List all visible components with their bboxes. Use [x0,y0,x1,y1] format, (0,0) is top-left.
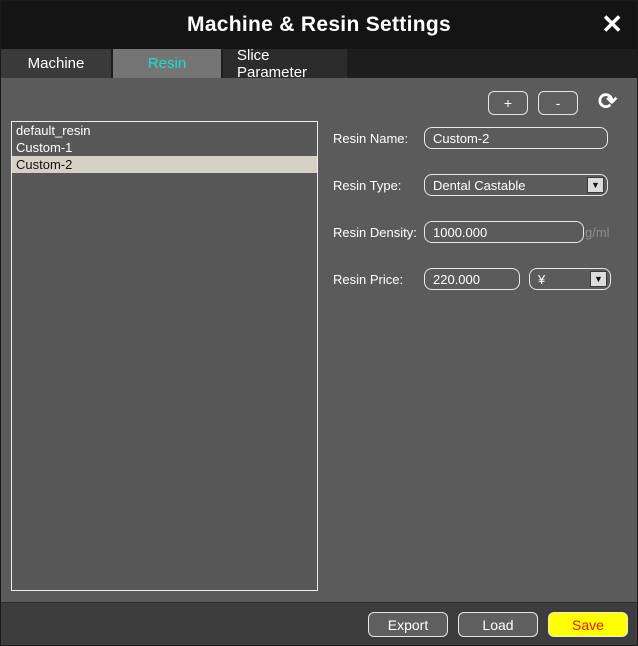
tab-bar: Machine Resin Slice Parameter [1,47,637,81]
resin-type-row: Resin Type: Dental Castable ▼ [333,173,608,197]
tab-slice-parameter[interactable]: Slice Parameter [223,47,347,81]
remove-resin-button[interactable]: - [538,91,578,115]
density-unit-label: g/ml [585,224,610,240]
resin-name-label: Resin Name: [333,130,409,146]
load-button[interactable]: Load [458,612,538,637]
resin-price-input[interactable] [424,268,520,290]
save-button[interactable]: Save [548,612,628,637]
resin-name-row: Resin Name: [333,126,608,150]
tab-resin[interactable]: Resin [113,49,221,78]
main-panel: default_resin Custom-1 Custom-2 + - ⟳ Re… [1,78,637,604]
resin-price-row: Resin Price: ¥ ▼ [333,267,611,291]
resin-density-input[interactable] [424,221,584,243]
add-resin-button[interactable]: + [488,91,528,115]
currency-value: ¥ [538,271,546,287]
chevron-down-icon[interactable]: ▼ [590,271,607,287]
machine-resin-settings-window: Machine & Resin Settings ✕ Machine Resin… [0,0,638,646]
export-button[interactable]: Export [368,612,448,637]
chevron-down-icon[interactable]: ▼ [587,177,604,193]
resin-density-label: Resin Density: [333,224,417,240]
close-icon[interactable]: ✕ [601,9,623,39]
list-item-selected[interactable]: Custom-2 [12,156,317,173]
window-title: Machine & Resin Settings [187,13,451,36]
resin-list[interactable]: default_resin Custom-1 Custom-2 [11,121,318,591]
resin-density-row: Resin Density: g/ml [333,220,610,244]
resin-name-input[interactable] [424,127,608,149]
resin-type-value: Dental Castable [433,177,526,193]
footer-bar: Export Load Save [1,602,637,645]
list-item[interactable]: default_resin [12,122,317,139]
tab-machine[interactable]: Machine [1,49,111,78]
title-bar: Machine & Resin Settings ✕ [1,1,637,49]
resin-type-dropdown[interactable]: Dental Castable ▼ [424,174,608,196]
resin-price-label: Resin Price: [333,271,404,287]
resin-type-label: Resin Type: [333,177,402,193]
currency-dropdown[interactable]: ¥ ▼ [529,268,611,290]
refresh-icon[interactable]: ⟳ [598,88,617,115]
list-item[interactable]: Custom-1 [12,139,317,156]
